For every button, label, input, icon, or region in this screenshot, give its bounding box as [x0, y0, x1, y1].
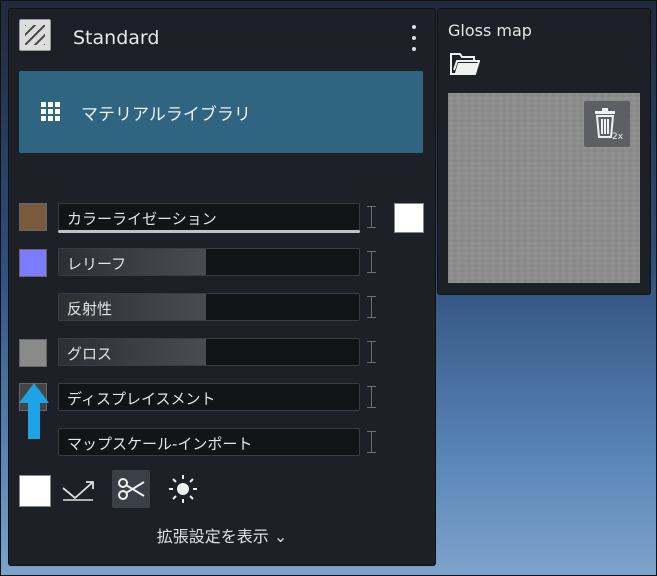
arrow-up-icon: [19, 383, 49, 439]
trash-icon: 2x: [595, 108, 624, 141]
grid-icon: [41, 102, 61, 122]
material-library-button[interactable]: マテリアルライブラリ: [19, 71, 423, 153]
material-title: Standard: [73, 27, 160, 49]
gloss-swatch[interactable]: [19, 339, 47, 367]
delete-texture-button[interactable]: 2x: [584, 101, 630, 147]
more-options-icon[interactable]: [409, 25, 419, 51]
gloss-map-panel: Gloss map 2x: [437, 8, 651, 295]
gloss-map-title: Gloss map: [448, 21, 532, 40]
colorization-slider-track: [58, 230, 360, 233]
material-panel: Standard マテリアルライブラリ カラーライゼーション レリーフ 反射性 …: [8, 8, 436, 566]
displacement-adjust-icon[interactable]: [366, 384, 377, 410]
scissors-icon: [118, 478, 145, 500]
gloss-field[interactable]: グロス: [58, 338, 360, 366]
show-advanced-settings[interactable]: 拡張設定を表示 ⌄: [9, 523, 435, 547]
projection-icon: [62, 481, 94, 501]
colorization-swatch[interactable]: [19, 203, 47, 231]
colorization-color-button[interactable]: [394, 203, 424, 233]
displacement-field[interactable]: ディスプレイスメント: [58, 383, 360, 411]
relief-label: レリーフ: [67, 255, 127, 273]
reflectivity-adjust-icon[interactable]: [366, 294, 377, 320]
material-thumbnail[interactable]: [19, 19, 51, 51]
lighting-tool[interactable]: [164, 470, 202, 508]
gloss-adjust-icon[interactable]: [366, 339, 377, 365]
open-folder-icon[interactable]: [450, 53, 481, 79]
scissors-tool[interactable]: [112, 470, 150, 508]
relief-field[interactable]: レリーフ: [58, 248, 360, 276]
reflectivity-label: 反射性: [67, 300, 113, 318]
hatch-icon: [25, 25, 45, 45]
gloss-texture-preview[interactable]: 2x: [448, 93, 640, 283]
material-library-label: マテリアルライブラリ: [81, 104, 251, 125]
relief-adjust-icon[interactable]: [366, 249, 377, 275]
colorization-label: カラーライゼーション: [67, 210, 217, 228]
reflectivity-field[interactable]: 反射性: [58, 293, 360, 321]
map-scale-import-field[interactable]: マップスケール-インポート: [58, 428, 360, 456]
trash-badge: 2x: [612, 132, 624, 141]
map-scale-import-label: マップスケール-インポート: [67, 435, 253, 453]
relief-swatch[interactable]: [19, 249, 47, 277]
colorization-field[interactable]: カラーライゼーション: [58, 203, 360, 231]
gloss-label: グロス: [67, 345, 113, 363]
sun-icon: [169, 475, 197, 503]
colorization-adjust-icon[interactable]: [366, 204, 377, 230]
displacement-label: ディスプレイスメント: [67, 390, 216, 408]
projection-tool[interactable]: [59, 471, 97, 509]
map-scale-adjust-icon[interactable]: [366, 429, 377, 455]
base-color-button[interactable]: [19, 475, 51, 507]
